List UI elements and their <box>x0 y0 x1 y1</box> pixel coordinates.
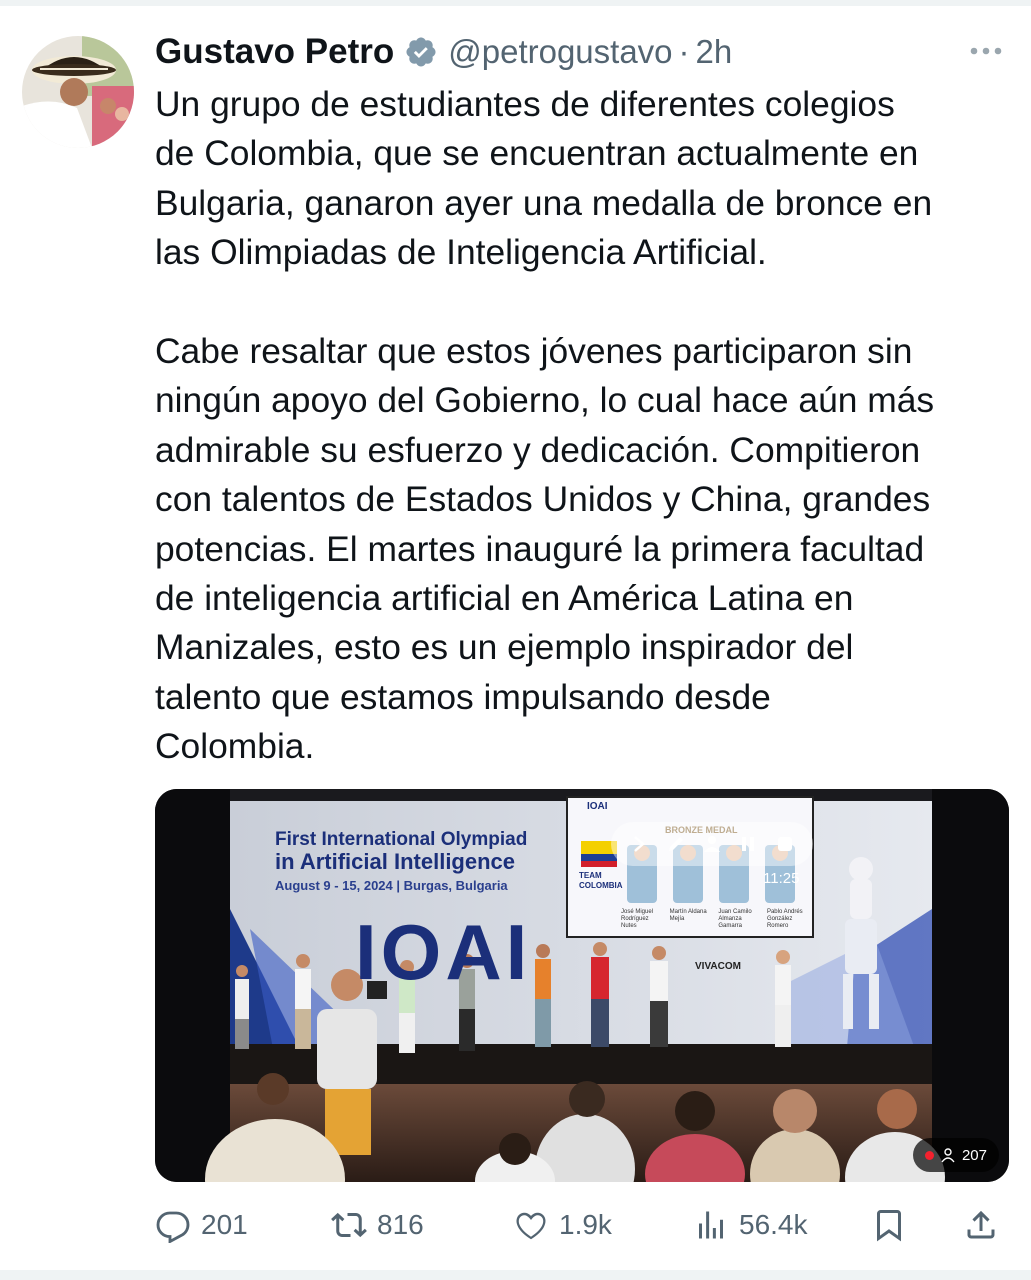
bookmark-icon <box>877 1210 901 1242</box>
tweet-text: Un grupo de estudiantes de diferentes co… <box>155 80 1005 772</box>
avatar-image <box>22 36 134 148</box>
reply-count: 201 <box>201 1209 248 1240</box>
screen-header: IOAI <box>587 801 608 812</box>
video-time: 11:25 <box>763 870 800 887</box>
tweet-header: Gustavo Petro @petrogustavo · 2h <box>155 30 732 74</box>
reply-icon <box>156 1211 190 1243</box>
tweet-paragraph: Cabe resaltar que estos jóvenes particip… <box>155 331 935 767</box>
screen-name: Juan Camilo Almanza Gamarra <box>718 909 752 929</box>
ioai-logo: IOAI <box>355 908 532 996</box>
reply-button[interactable]: 201 <box>155 1200 248 1250</box>
like-button[interactable]: 1.9k <box>513 1200 612 1250</box>
views-icon <box>699 1211 723 1239</box>
sponsor-logo: VIVACOM <box>695 961 741 972</box>
person-icon[interactable] <box>701 833 723 855</box>
bottom-divider <box>0 1270 1031 1280</box>
repost-icon <box>331 1212 367 1238</box>
separator-dot: · <box>678 33 690 70</box>
screen-team: TEAM COLOMBIA <box>579 871 623 890</box>
share-button[interactable] <box>963 1200 999 1250</box>
chevron-right-icon[interactable] <box>628 833 650 855</box>
like-icon <box>516 1212 546 1240</box>
pause-icon[interactable] <box>737 833 759 855</box>
top-divider <box>0 0 1031 6</box>
screen-name: José Miguel Rodríguez Nutes <box>621 909 654 929</box>
share-icon <box>967 1210 995 1239</box>
banner-line: in Artificial Intelligence <box>275 849 516 874</box>
tweet-video[interactable]: First International Olympiad in Artifici… <box>155 789 1009 1182</box>
repost-count: 816 <box>377 1209 424 1240</box>
timestamp[interactable]: 2h <box>696 33 733 71</box>
tweet-paragraph: Un grupo de estudiantes de diferentes co… <box>155 84 933 273</box>
like-count: 1.9k <box>559 1209 612 1240</box>
viewer-count: 207 <box>961 1146 987 1164</box>
screen-name: Martín Aldana Mejía <box>669 909 707 922</box>
bookmark-button[interactable] <box>871 1200 907 1250</box>
view-count: 56.4k <box>739 1209 808 1240</box>
views-button[interactable]: 56.4k <box>693 1200 808 1250</box>
banner-line: First International Olympiad <box>275 829 528 850</box>
viewer-person-icon <box>941 1148 955 1163</box>
live-dot-icon <box>924 1150 934 1160</box>
more-horizontal-icon[interactable] <box>966 36 1006 66</box>
handle[interactable]: @petrogustavo <box>448 33 672 71</box>
banner-line: August 9 - 15, 2024 | Burgas, Bulgaria <box>275 878 508 893</box>
action-bar: 201 816 1.9k 56.4k <box>155 1200 1005 1250</box>
verified-badge-icon <box>404 35 438 69</box>
display-name[interactable]: Gustavo Petro <box>155 32 394 72</box>
screen-name: Pablo Andrés González Romero <box>766 909 803 929</box>
avatar[interactable] <box>22 36 134 148</box>
video-controls <box>611 822 813 866</box>
repost-button[interactable]: 816 <box>331 1200 424 1250</box>
pencil-icon[interactable] <box>665 833 687 855</box>
stop-icon[interactable] <box>774 833 796 855</box>
viewer-badge: 207 <box>912 1138 999 1172</box>
